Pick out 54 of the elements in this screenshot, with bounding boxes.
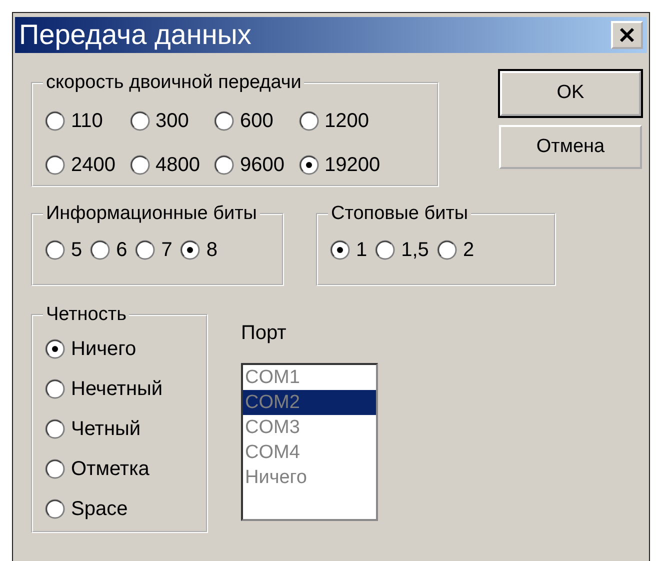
option-label: 6 [116,238,128,263]
radio-button[interactable] [180,240,200,260]
option-label: Space [71,497,128,522]
radio-button[interactable] [45,379,65,399]
option-label: Четный [71,417,141,442]
list-item[interactable]: COM3 [243,415,376,440]
option-label: 1 [356,238,368,263]
port-listbox[interactable]: COM1 COM2 COM3 COM4 Ничего [241,363,378,521]
list-item[interactable]: COM1 [243,365,376,390]
option-label: 7 [161,238,172,263]
radio-button[interactable] [90,240,110,260]
option-label: 9600 [240,153,284,178]
group-label: Информационные биты [43,202,260,226]
radio-button[interactable] [298,155,318,175]
radio-button[interactable] [214,111,234,131]
radio-button[interactable] [45,240,65,260]
radio-button[interactable] [135,240,156,260]
radio-button[interactable] [436,240,457,260]
option-label: 4800 [156,153,200,178]
option-label: 1200 [324,109,369,134]
option-label: 300 [156,109,189,134]
list-item[interactable]: COM2 [243,390,376,415]
radio-button[interactable] [45,339,65,359]
option-label: 1,5 [401,238,429,263]
radio-button[interactable] [45,459,65,479]
window-title: Передача данных [19,21,252,49]
port-label: Порт [241,321,288,346]
group-label: скорость двоичной передачи [43,71,304,95]
option-label: 110 [71,109,103,134]
option-label: 5 [71,238,82,263]
radio-button[interactable] [45,499,65,519]
radio-button[interactable] [298,111,318,131]
radio-button[interactable] [130,111,150,131]
option-label: 19200 [324,153,380,178]
radio-button[interactable] [130,155,150,175]
option-label: 2400 [71,153,116,178]
radio-button[interactable] [45,155,65,175]
radio-button[interactable] [375,240,396,260]
list-item[interactable]: Ничего [243,465,376,490]
close-icon [619,27,635,43]
option-label: Ничего [71,337,136,362]
option-label: Нечетный [71,377,163,402]
close-button[interactable] [611,21,643,49]
option-label: 600 [240,109,274,134]
radio-button[interactable] [45,111,65,131]
option-label: 2 [462,238,474,263]
option-label: 8 [206,238,218,263]
radio-button[interactable] [45,419,65,439]
list-item[interactable]: COM4 [243,440,376,465]
dialog-button[interactable]: Отмена [499,124,642,169]
radio-button[interactable] [214,155,234,175]
radio-button[interactable] [330,240,350,260]
dialog-button[interactable]: OK [499,70,642,116]
option-label: Отметка [71,457,150,482]
